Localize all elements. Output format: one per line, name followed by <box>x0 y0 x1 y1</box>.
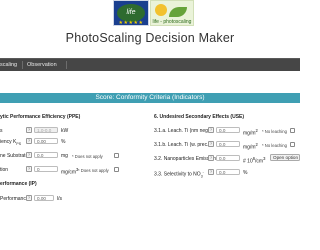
efficiency-label: iency KPS <box>0 139 22 146</box>
does-not-apply-note: * Does not apply <box>72 153 103 159</box>
ip-section-title: erformance (IP) <box>0 181 37 187</box>
concentration-input[interactable]: 0 <box>34 165 58 172</box>
nanoparticles-label: 3.2. Nanoparticles Emission <box>154 156 216 162</box>
help-icon[interactable]: ? <box>208 141 214 147</box>
help-icon[interactable]: ? <box>208 155 214 161</box>
eu-life-logo: life ★★★★★ <box>113 0 149 26</box>
selectivity-input[interactable]: 0.0 <box>216 168 240 175</box>
efficiency-unit: % <box>61 139 66 145</box>
leaf-icon <box>169 7 187 17</box>
ppe-row-label: s <box>0 128 3 134</box>
top-nav: scaling Observation <box>0 58 300 71</box>
efficiency-input[interactable]: 0.00 <box>34 137 58 144</box>
photoscaling-logo: life - photoscaling <box>150 0 194 26</box>
concentration-unit: mg/cm3 <box>61 167 79 176</box>
does-not-apply-checkbox[interactable] <box>114 166 119 172</box>
help-icon[interactable]: ? <box>26 166 32 172</box>
ppe-input[interactable]: 1.0-0.0 <box>34 126 58 133</box>
leach-prec-input[interactable]: 0.0 <box>216 140 240 147</box>
concentration-label: tion <box>0 167 9 173</box>
substrate-input[interactable]: 0.0 <box>34 151 58 158</box>
score-banner: Score: Conformity Criteria (Indicators) <box>0 93 300 103</box>
help-icon[interactable]: ? <box>208 127 214 133</box>
help-icon[interactable]: ? <box>26 127 32 133</box>
does-not-apply-checkbox[interactable] <box>114 152 119 158</box>
leach-prec-unit: mg/m2 <box>243 142 258 151</box>
help-icon[interactable]: ? <box>26 138 32 144</box>
help-icon[interactable]: ? <box>26 152 32 158</box>
does-not-apply-note: * Does not apply <box>78 167 109 173</box>
nav-item-observation[interactable]: Observation <box>27 59 57 71</box>
selectivity-label: 3.3. Selectivity to NO3- <box>154 170 204 179</box>
nav-item-scaling[interactable]: scaling <box>0 59 17 71</box>
leach-neg-unit: mg/m2 <box>243 128 258 137</box>
ppe-section-title: ytic Performance Efficiency (PPE) <box>0 114 81 120</box>
nanoparticles-unit: # 106/cm3 <box>243 156 266 165</box>
substrate-label: ne Substrate <box>0 153 29 159</box>
open-option-button[interactable]: Open option <box>270 154 300 161</box>
use-section-title: 6. Undesired Secondary Effects (USE) <box>154 114 245 120</box>
ip-label: Performance <box>0 196 29 202</box>
help-icon[interactable]: ? <box>26 195 32 201</box>
selectivity-unit: % <box>243 170 248 176</box>
leach-neg-label: 3.1.a. Leach. Ti (nm neg.) <box>154 128 211 134</box>
leach-neg-input[interactable]: 0.0 <box>216 126 240 133</box>
eu-stars-icon: ★★★★★ <box>118 20 144 26</box>
ip-input[interactable]: 0.00 <box>34 194 54 201</box>
no-leaching-note: * No leaching <box>262 142 287 148</box>
sun-icon <box>155 4 167 16</box>
substrate-unit: mg <box>61 153 68 159</box>
no-leaching-checkbox[interactable] <box>290 141 295 147</box>
leach-prec-label: 3.1.b. Leach. Ti (w. prec.) <box>154 142 211 148</box>
ip-unit: l/s <box>57 196 62 202</box>
photoscaling-logo-text: life - photoscaling <box>152 19 192 25</box>
help-icon[interactable]: ? <box>208 169 214 175</box>
no-leaching-note: * No leaching <box>262 128 287 134</box>
nav-separator <box>66 61 67 69</box>
nanoparticles-input[interactable]: 0.0 <box>216 154 240 161</box>
ppe-unit: kW <box>61 128 69 134</box>
nav-separator <box>22 61 23 69</box>
no-leaching-checkbox[interactable] <box>290 127 295 133</box>
page-title: PhotoScaling Decision Maker <box>65 31 235 45</box>
